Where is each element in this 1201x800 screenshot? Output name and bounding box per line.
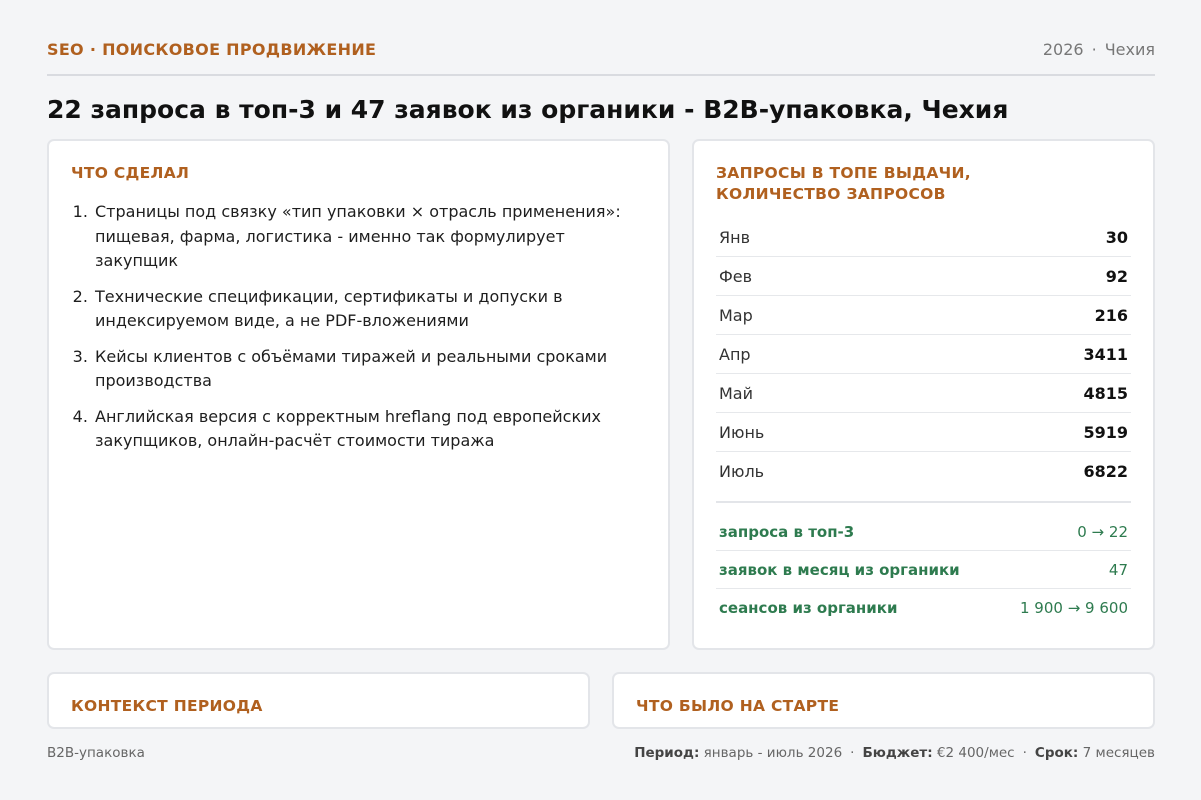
- year-label: 2026: [1042, 40, 1084, 59]
- budget-label: Бюджет:: [862, 745, 933, 761]
- top-meta: 2026 · Чехия: [1043, 38, 1155, 62]
- list-item: Страницы под связку «тип упаковки × отра…: [93, 200, 646, 274]
- month-label: Июнь: [719, 422, 765, 442]
- kpi-label: заявок в месяц из органики: [719, 560, 960, 579]
- kpi-row: запроса в топ-3 0 → 22: [716, 513, 1131, 551]
- month-label: Фев: [719, 266, 753, 286]
- period-value: январь - июль 2026: [703, 745, 843, 761]
- month-value: 216: [1094, 305, 1128, 325]
- kpi-label: сеансов из органики: [719, 599, 898, 617]
- list-item: Английская версия с корректным hreflang …: [93, 405, 646, 454]
- footer-separator: ·: [1022, 745, 1027, 761]
- card-top-queries: ЗАПРОСЫ В ТОПЕ ВЫДАЧИ, КОЛИЧЕСТВО ЗАПРОС…: [692, 139, 1155, 650]
- table-row: Май 4815: [716, 374, 1131, 413]
- footer-meta: Период: январь - июль 2026 · Бюджет: €2 40…: [634, 744, 1155, 762]
- card-title-top-queries: ЗАПРОСЫ В ТОПЕ ВЫДАЧИ, КОЛИЧЕСТВО ЗАПРОС…: [716, 164, 971, 203]
- kpi-row: сеансов из органики 1 900 → 9 600: [716, 589, 1131, 627]
- period-label: Период:: [634, 745, 700, 761]
- table-row: Июль 6822: [716, 452, 1131, 491]
- month-value: 3411: [1083, 344, 1128, 364]
- table-row: Мар 216: [716, 296, 1131, 335]
- list-item: Кейсы клиентов с объёмами тиражей и реал…: [93, 345, 646, 394]
- month-label: Мар: [719, 305, 753, 325]
- month-label: Апр: [719, 344, 751, 364]
- card-title-start-state: ЧТО БЫЛО НА СТАРТЕ: [636, 697, 840, 715]
- kpi-value: 47: [1108, 560, 1128, 579]
- footer-niche: B2B-упаковка: [47, 745, 145, 761]
- done-list: Страницы под связку «тип упаковки × отра…: [71, 200, 646, 454]
- kpi-table: запроса в топ-3 0 → 22 заявок в месяц из …: [716, 513, 1131, 627]
- card-title-period-context: КОНТЕКСТ ПЕРИОДА: [71, 697, 263, 715]
- month-value: 6822: [1083, 462, 1128, 481]
- top-bar: SEO · ПОИСКОВОЕ ПРОДВИЖЕНИЕ 2026 · Чехия: [47, 38, 1155, 76]
- card-what-done: ЧТО СДЕЛАЛ Страницы под связку «тип упак…: [47, 139, 670, 650]
- month-label: Янв: [719, 227, 751, 247]
- divider: [716, 501, 1131, 503]
- kpi-label: запроса в топ-3: [719, 522, 855, 541]
- card-start-state: ЧТО БЫЛО НА СТАРТЕ: [612, 672, 1155, 729]
- table-row: Апр 3411: [716, 335, 1131, 374]
- meta-separator: ·: [1091, 40, 1097, 59]
- month-value: 4815: [1083, 383, 1128, 403]
- term-label: Срок:: [1034, 745, 1079, 761]
- month-label: Май: [719, 383, 754, 403]
- month-value: 30: [1105, 227, 1128, 247]
- country-label: Чехия: [1104, 40, 1155, 59]
- list-item: Технические спецификации, сертификаты и …: [93, 285, 646, 334]
- months-table: Янв 30 Фев 92 Мар 216 Апр 3411 Май 4815 Июнь 5…: [716, 218, 1131, 491]
- month-label: Июль: [719, 462, 765, 481]
- budget-value: €2 400/мес: [936, 745, 1015, 761]
- kpi-row: заявок в месяц из органики 47: [716, 551, 1131, 589]
- section-tag: SEO · ПОИСКОВОЕ ПРОДВИЖЕНИЕ: [47, 40, 377, 59]
- table-row: Июнь 5919: [716, 413, 1131, 452]
- kpi-value: 0 → 22: [1077, 522, 1128, 541]
- term-value: 7 месяцев: [1082, 745, 1155, 761]
- kpi-value: 1 900 → 9 600: [1020, 599, 1128, 617]
- card-title-what-done: ЧТО СДЕЛАЛ: [71, 164, 190, 182]
- table-row: Янв 30: [716, 218, 1131, 257]
- table-row: Фев 92: [716, 257, 1131, 296]
- card-period-context: КОНТЕКСТ ПЕРИОДА: [47, 672, 590, 729]
- month-value: 5919: [1083, 422, 1128, 442]
- page-title: 22 запроса в топ-3 и 47 заявок из органи…: [47, 95, 1009, 124]
- month-value: 92: [1105, 266, 1128, 286]
- footer-separator: ·: [850, 745, 855, 761]
- footer: B2B-упаковка Период: январь - июль 2026 ·…: [47, 744, 1155, 762]
